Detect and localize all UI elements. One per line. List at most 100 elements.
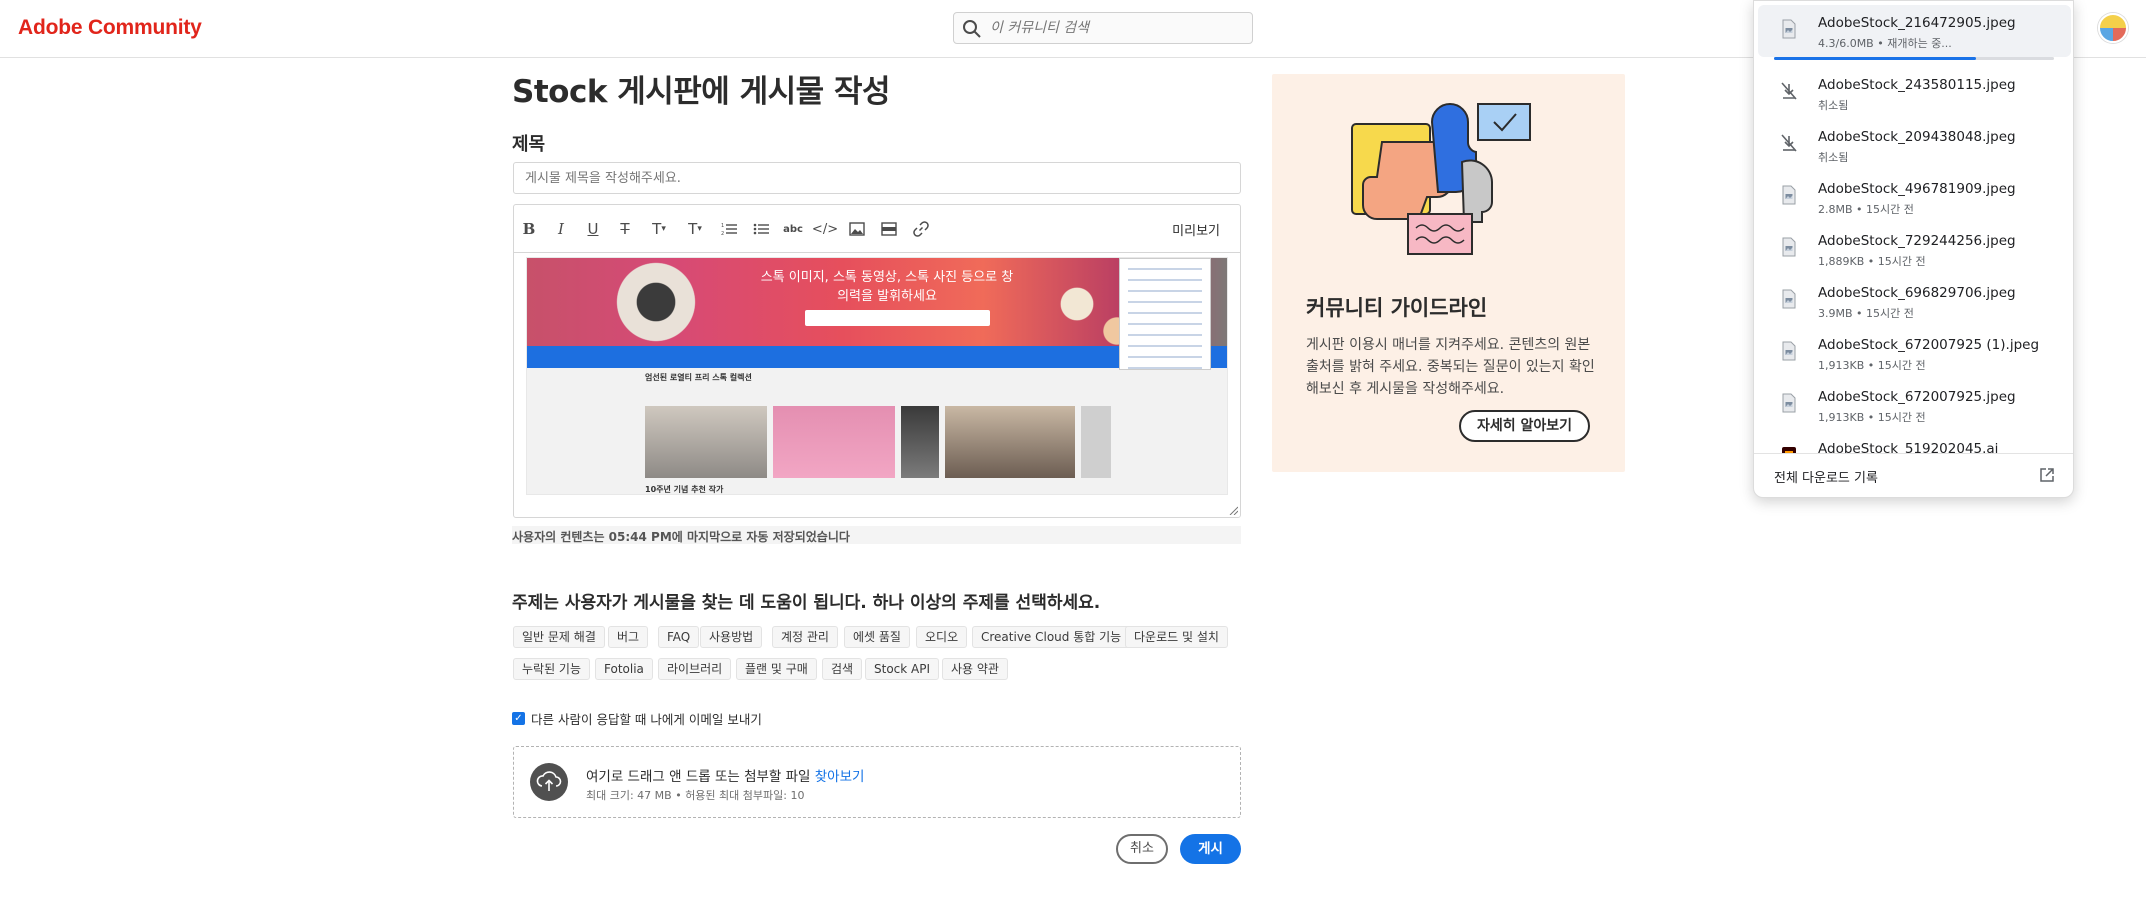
download-cancelled-icon [1780, 81, 1798, 101]
download-filename: AdobeStock_672007925.jpeg [1818, 389, 2016, 405]
search-icon [962, 19, 982, 43]
post-title-input[interactable] [513, 162, 1241, 194]
topic-chip[interactable]: 사용방법 [700, 626, 763, 648]
search-input[interactable] [990, 18, 1240, 38]
download-meta: 3.9MB • 15시간 전 [1818, 307, 1914, 320]
email-notify-option[interactable]: ✓ 다른 사람이 응답할 때 나에게 이메일 보내기 [512, 709, 762, 728]
guideline-illustration [1351, 103, 1531, 255]
download-item[interactable]: AdobeStock_496781909.jpeg 2.8MB • 15시간 전 [1758, 171, 2071, 223]
topic-chip[interactable]: Fotolia [595, 658, 653, 680]
file-icon [1780, 341, 1798, 361]
download-meta: 취소됨 [1818, 99, 1849, 112]
download-meta: 취소됨 [1818, 151, 1849, 164]
topic-chip[interactable]: Creative Cloud 통합 기능 [972, 626, 1131, 648]
topic-chip[interactable]: Stock API [865, 658, 940, 680]
editor-toolbar: B I U T T ▾ T ▾ 12 abc </> 미리보기 [514, 205, 1240, 253]
embedded-screenshot-image: 스톡 이미지, 스톡 동영상, 스톡 사진 등으로 창의력을 발휘하세요 엄선된… [526, 257, 1228, 495]
file-icon [1780, 19, 1798, 39]
download-meta: 1,913KB • 15시간 전 [1818, 359, 1926, 372]
file-icon [1780, 393, 1798, 413]
cancel-button[interactable]: 취소 [1116, 834, 1168, 864]
svg-text:2: 2 [721, 231, 724, 236]
download-meta: 4.3/6.0MB • 재개하는 중... [1818, 37, 1952, 50]
download-filename: AdobeStock_672007925 (1).jpeg [1818, 337, 2040, 353]
attachment-limits: 최대 크기: 47 MB • 허용된 최대 첨부파일: 10 [586, 789, 805, 802]
topics-heading: 주제는 사용자가 게시물을 찾는 데 도움이 됩니다. 하나 이상의 주제를 선… [512, 593, 1101, 613]
community-guideline-card: 커뮤니티 가이드라인 게시판 이용시 매너를 지켜주세요. 콘텐츠의 원본 출처… [1272, 74, 1625, 472]
download-cancelled-icon [1780, 133, 1798, 153]
rich-text-editor[interactable]: B I U T T ▾ T ▾ 12 abc </> 미리보기 스톡 이미지, 스톡… [513, 204, 1241, 518]
topic-chip[interactable]: 검색 [822, 658, 863, 680]
underline-icon[interactable]: U [582, 218, 604, 240]
guideline-body: 게시판 이용시 매너를 지켜주세요. 콘텐츠의 원본 출처를 밝혀 주세요. 중… [1306, 337, 1595, 397]
download-item[interactable]: AdobeStock_729244256.jpeg 1,889KB • 15시간 … [1758, 223, 2071, 275]
bulleted-list-icon[interactable] [750, 218, 772, 240]
download-filename: AdobeStock_519202045.ai [1818, 441, 1999, 453]
text-style-icon[interactable]: T ▾ [680, 218, 710, 240]
open-external-icon [2040, 468, 2054, 482]
embedded-footer-text: 10주년 기념 추천 작가 [645, 485, 724, 494]
download-filename: AdobeStock_696829706.jpeg [1818, 285, 2016, 301]
download-item[interactable]: AdobeStock_216472905.jpeg 4.3/6.0MB • 재개하… [1758, 5, 2071, 60]
illustrator-file-icon [1780, 445, 1798, 453]
italic-icon[interactable]: I [550, 218, 572, 240]
download-item[interactable]: AdobeStock_209438048.jpeg 취소됨 [1758, 119, 2071, 171]
preview-button[interactable]: 미리보기 [1172, 220, 1220, 239]
svg-text:1: 1 [721, 223, 724, 229]
download-progress-bar [1774, 57, 2054, 60]
download-item[interactable]: AdobeStock_519202045.ai [1758, 431, 2071, 453]
resize-handle-icon[interactable] [1228, 505, 1238, 515]
spellcheck-icon[interactable]: abc [782, 218, 804, 240]
topic-chip[interactable]: 버그 [608, 626, 649, 648]
download-meta: 1,913KB • 15시간 전 [1818, 411, 1926, 424]
download-filename: AdobeStock_216472905.jpeg [1818, 15, 2016, 31]
avatar[interactable] [2098, 13, 2128, 43]
topic-chip[interactable]: 다운로드 및 설치 [1125, 626, 1228, 648]
topic-chip[interactable]: 누락된 기능 [513, 658, 591, 680]
download-item[interactable]: AdobeStock_672007925 (1).jpeg 1,913KB • 1… [1758, 327, 2071, 379]
topic-chip[interactable]: FAQ [658, 626, 700, 648]
numbered-list-icon[interactable]: 12 [718, 218, 740, 240]
drop-zone-text: 여기로 드래그 앤 드롭 또는 첨부할 파일 [586, 769, 811, 785]
topic-chip[interactable]: 오디오 [916, 626, 968, 648]
full-download-history[interactable]: 전체 다운로드 기록 [1754, 453, 2073, 497]
learn-more-button[interactable]: 자세히 알아보기 [1459, 410, 1590, 442]
topic-chip[interactable]: 에셋 품질 [844, 626, 910, 648]
upload-icon [530, 763, 568, 801]
bold-icon[interactable]: B [518, 218, 540, 240]
adobe-community-logo[interactable]: Adobe Community [18, 16, 202, 40]
text-size-icon[interactable]: T ▾ [644, 218, 674, 240]
topic-chip[interactable]: 플랜 및 구매 [736, 658, 817, 680]
download-filename: AdobeStock_496781909.jpeg [1818, 181, 2016, 197]
link-icon[interactable] [910, 218, 932, 240]
downloads-panel: AdobeStock_216472905.jpeg 4.3/6.0MB • 재개하… [1753, 0, 2074, 498]
topic-chip[interactable]: 계정 관리 [772, 626, 838, 648]
topic-chip[interactable]: 사용 약관 [942, 658, 1008, 680]
email-notify-label: 다른 사람이 응답할 때 나에게 이메일 보내기 [531, 712, 762, 727]
media-icon[interactable] [878, 218, 900, 240]
email-notify-checkbox[interactable]: ✓ [512, 712, 525, 725]
strikethrough-icon[interactable]: T [614, 218, 636, 240]
image-icon[interactable] [846, 218, 868, 240]
download-item[interactable]: AdobeStock_672007925.jpeg 1,913KB • 15시간 … [1758, 379, 2071, 431]
download-progress-fill [1774, 57, 1976, 60]
download-filename: AdobeStock_729244256.jpeg [1818, 233, 2016, 249]
topic-chip[interactable]: 일반 문제 해결 [513, 626, 605, 648]
title-label: 제목 [512, 134, 546, 155]
file-drop-zone[interactable]: 여기로 드래그 앤 드롭 또는 첨부할 파일 찾아보기 최대 크기: 47 MB… [513, 746, 1241, 818]
topic-chip[interactable]: 라이브러리 [658, 658, 732, 680]
post-button[interactable]: 게시 [1180, 834, 1241, 864]
file-icon [1780, 185, 1798, 205]
embedded-downloads-panel [1119, 258, 1211, 370]
download-meta: 1,889KB • 15시간 전 [1818, 255, 1926, 268]
browse-link[interactable]: 찾아보기 [815, 769, 865, 785]
download-meta: 2.8MB • 15시간 전 [1818, 203, 1914, 216]
download-item[interactable]: AdobeStock_696829706.jpeg 3.9MB • 15시간 전 [1758, 275, 2071, 327]
code-icon[interactable]: </> [812, 218, 838, 240]
download-history-label: 전체 다운로드 기록 [1774, 471, 1878, 486]
downloads-list: AdobeStock_216472905.jpeg 4.3/6.0MB • 재개하… [1754, 1, 2073, 453]
download-item[interactable]: AdobeStock_243580115.jpeg 취소됨 [1758, 67, 2071, 119]
embedded-hero-text: 스톡 이미지, 스톡 동영상, 스톡 사진 등으로 창의력을 발휘하세요 [760, 270, 1014, 304]
search-box[interactable] [953, 12, 1253, 44]
autosave-status: 사용자의 컨텐츠는 05:44 PM에 마지막으로 자동 저장되었습니다 [512, 526, 1241, 544]
